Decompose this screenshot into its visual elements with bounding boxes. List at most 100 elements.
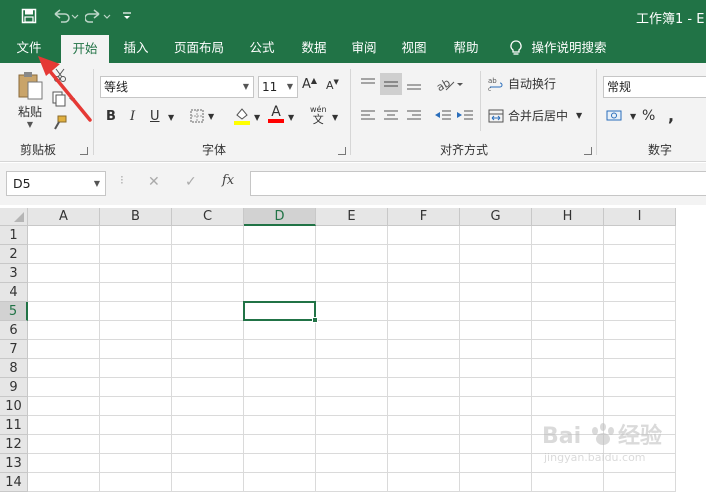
format-painter-icon[interactable] [52,115,68,131]
font-color-icon[interactable]: A [268,105,284,123]
column-header-e[interactable]: E [316,208,388,226]
bold-button[interactable]: B [106,109,116,124]
orientation-icon[interactable]: ab [436,76,464,92]
chevron-down-icon[interactable]: ▼ [288,113,294,122]
row-header-3[interactable]: 3 [0,264,28,283]
cut-icon[interactable] [52,67,68,83]
row-header-12[interactable]: 12 [0,435,28,454]
formula-input[interactable] [250,171,706,196]
underline-button[interactable]: U [150,109,160,124]
tab-page-layout[interactable]: 页面布局 [170,33,228,63]
row-header-4[interactable]: 4 [0,283,28,302]
font-name-combo[interactable]: 等线 ▼ [100,76,254,98]
column-header-h[interactable]: H [532,208,604,226]
comma-style-button[interactable]: , [668,106,674,125]
row-header-13[interactable]: 13 [0,454,28,473]
row-header-7[interactable]: 7 [0,340,28,359]
bottom-align-icon[interactable] [406,77,422,91]
row-gridline [28,263,676,264]
tab-file[interactable]: 文件 [8,33,50,63]
baidu-paw-icon: Bai 经验 [542,423,662,449]
font-size-combo[interactable]: 11 ▼ [258,76,298,98]
wrap-text-icon: abc [488,77,503,92]
insert-function-icon[interactable]: fx [222,173,234,188]
tab-data[interactable]: 数据 [296,33,332,63]
align-left-icon[interactable] [360,109,376,123]
column-header-c[interactable]: C [172,208,244,226]
cancel-icon[interactable]: ✕ [148,174,160,190]
copy-icon[interactable] [52,91,76,107]
decrease-indent-icon[interactable] [434,109,452,123]
separator [480,71,481,131]
clipboard-group-label: 剪贴板 [20,143,57,157]
chevron-down-icon[interactable]: ▼ [332,113,338,122]
row-header-10[interactable]: 10 [0,397,28,416]
increase-font-size-icon[interactable]: A ▲ [302,76,317,92]
wrap-text-button[interactable]: ab c 自动换行 [488,75,556,92]
font-group-label: 字体 [202,143,227,157]
alignment-launcher-icon[interactable] [584,147,592,155]
save-icon[interactable] [18,6,40,26]
chevron-down-icon[interactable]: ▼ [254,113,260,122]
column-header-b[interactable]: B [100,208,172,226]
row-header-14[interactable]: 14 [0,473,28,492]
tab-home[interactable]: 开始 [61,35,109,63]
row-header-5[interactable]: 5 [0,302,28,321]
align-right-icon[interactable] [406,109,422,123]
row-header-1[interactable]: 1 [0,226,28,245]
customize-qat-icon[interactable] [120,6,134,26]
paste-dropdown-icon: ▼ [26,120,34,129]
paste-button[interactable]: 粘贴 ▼ [12,71,48,139]
name-box[interactable]: D5 ▼ [6,171,106,196]
tab-review[interactable]: 审阅 [346,33,382,63]
percent-style-button[interactable]: % [642,108,655,124]
tab-insert[interactable]: 插入 [118,33,154,63]
column-header-i[interactable]: I [604,208,676,226]
svg-text:ab: ab [436,76,453,92]
number-format-combo[interactable]: 常规 [603,76,706,98]
undo-icon[interactable] [50,6,80,26]
phonetic-guide-icon[interactable]: wén 文 [310,105,327,125]
column-header-g[interactable]: G [460,208,532,226]
active-cell[interactable] [243,301,316,321]
chevron-down-icon[interactable]: ▼ [168,113,174,122]
number-format-value: 常规 [607,80,632,94]
tab-formulas[interactable]: 公式 [244,33,280,63]
row-header-6[interactable]: 6 [0,321,28,340]
top-align-icon[interactable] [360,77,376,91]
row-header-8[interactable]: 8 [0,359,28,378]
chevron-down-icon: ▼ [242,82,250,91]
merge-center-icon [488,109,504,122]
row-header-11[interactable]: 11 [0,416,28,435]
separator [596,69,597,155]
italic-button[interactable]: I [130,109,135,124]
accounting-format-icon[interactable]: ▼ [606,109,636,123]
merge-center-button[interactable]: 合并后居中 ▼ [488,107,582,124]
column-header-d[interactable]: D [244,208,316,226]
clipboard-launcher-icon[interactable] [80,147,88,155]
redo-icon[interactable] [84,6,114,26]
tab-help[interactable]: 帮助 [448,33,484,63]
fill-color-icon[interactable] [234,107,250,125]
column-header-a[interactable]: A [28,208,100,226]
fill-handle[interactable] [312,317,318,323]
middle-align-icon[interactable] [380,73,402,95]
align-center-icon[interactable] [383,109,399,123]
increase-indent-icon[interactable] [456,109,474,123]
select-all-button[interactable] [0,208,28,226]
font-launcher-icon[interactable] [338,147,346,155]
merge-center-label: 合并后居中 [508,109,569,123]
paste-icon [18,72,43,100]
watermark-url: jingyan.baidu.com [544,451,646,464]
phonetic-char: 文 [312,113,324,126]
tab-view[interactable]: 视图 [396,33,432,63]
decrease-font-size-icon[interactable]: A ▼ [326,78,339,93]
tell-me-search[interactable]: 操作说明搜索 [530,33,608,63]
row-header-2[interactable]: 2 [0,245,28,264]
column-header-f[interactable]: F [388,208,460,226]
enter-icon[interactable]: ✓ [185,174,197,190]
svg-text:Bai: Bai [542,424,581,449]
borders-icon[interactable]: ▼ [190,109,214,123]
row-header-9[interactable]: 9 [0,378,28,397]
separator [350,69,351,155]
